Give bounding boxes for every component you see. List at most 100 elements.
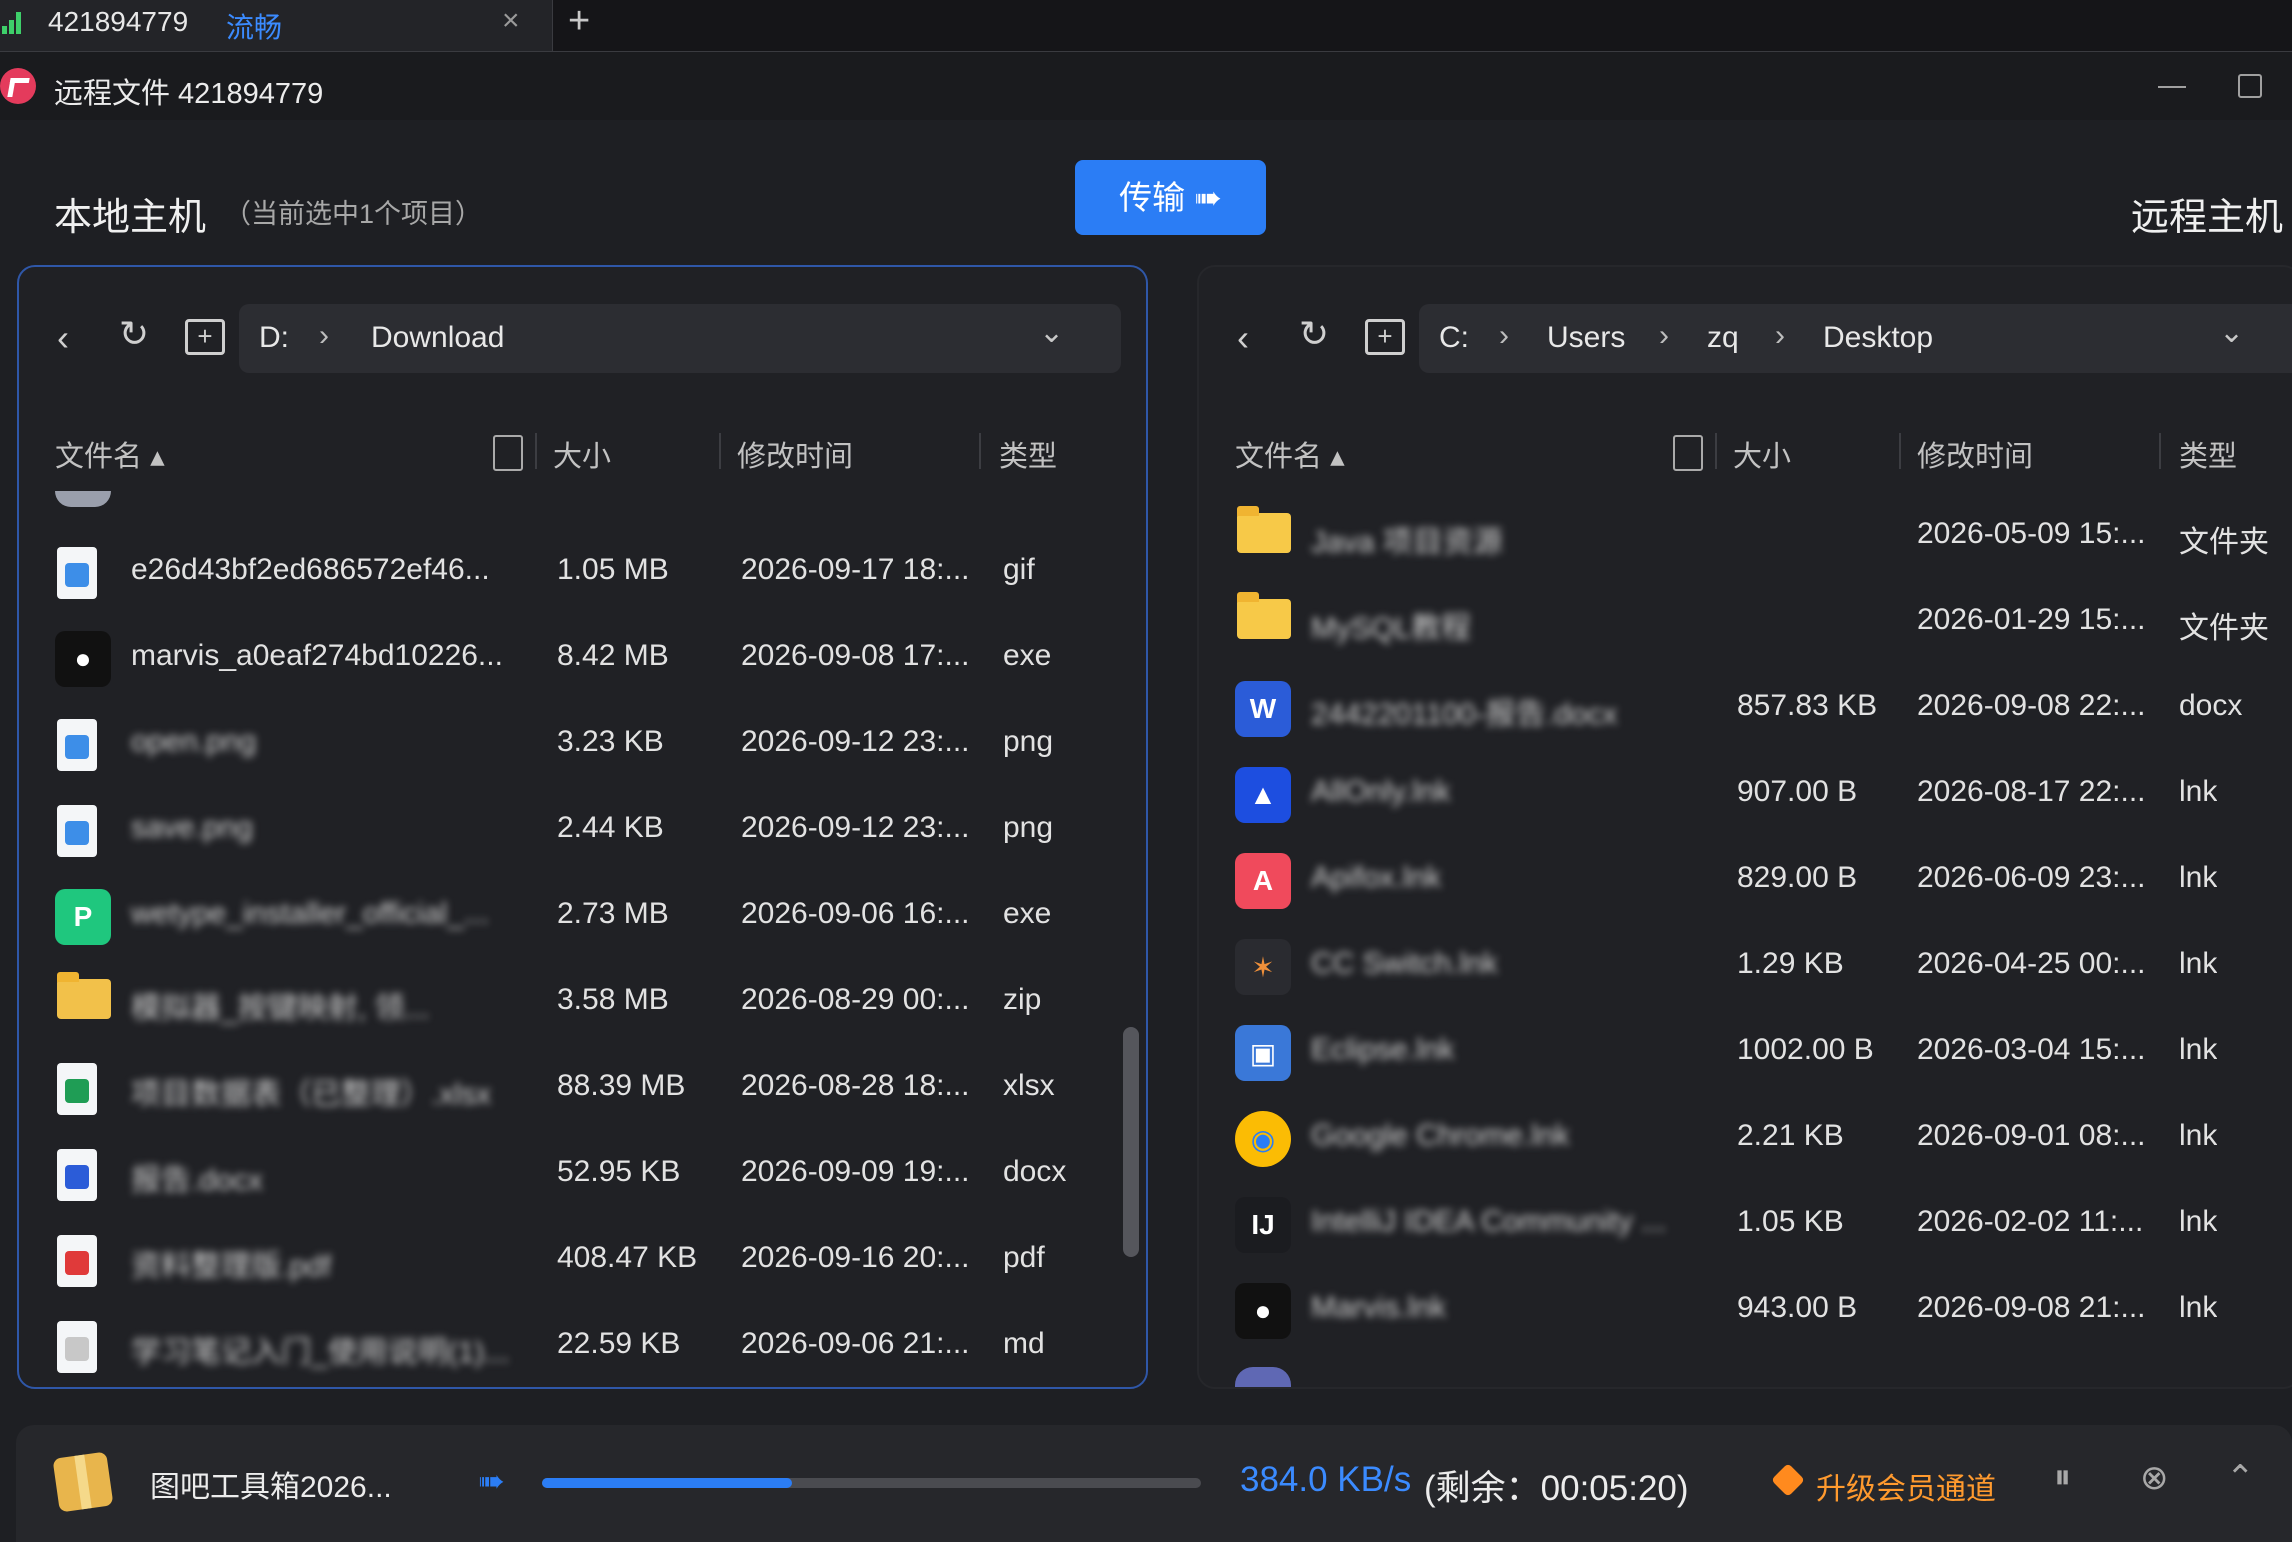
file-row[interactable]: ✶ CC Switch.lnk 1.29 KB 2026-04-25 00:... ln…	[1199, 923, 2292, 1009]
zip-file-icon	[57, 972, 111, 1019]
file-row[interactable]: 报告.docx 52.95 KB 2026-09-09 19:... docx	[19, 1131, 1119, 1217]
intellij-icon: IJ	[1235, 1197, 1291, 1253]
column-divider[interactable]	[535, 433, 537, 469]
scrollbar-thumb[interactable]	[1123, 1027, 1139, 1257]
header-modified[interactable]: 修改时间	[737, 433, 853, 475]
path-drive[interactable]: C:	[1439, 321, 1469, 355]
file-size: 3.23 KB	[557, 725, 664, 758]
file-row[interactable]: Pwetype_installer_official_... 2.73 MB 202…	[19, 873, 1119, 959]
file-type: lnk	[2179, 1205, 2218, 1238]
file-name: 2442201100-报告.docx	[1311, 698, 1618, 731]
column-divider[interactable]	[1715, 433, 1717, 469]
column-divider[interactable]	[719, 433, 721, 469]
file-modified: 2026-01-29 15:...	[1917, 603, 2146, 636]
file-name: 报告.docx	[131, 1164, 263, 1197]
path-folder[interactable]: Download	[371, 321, 504, 355]
new-tab-icon[interactable]: +	[568, 0, 590, 43]
progress-fill	[542, 1478, 792, 1488]
new-folder-icon[interactable]: +	[185, 319, 225, 355]
file-type: exe	[1003, 639, 1052, 672]
chrome-icon: ◉	[1235, 1111, 1291, 1167]
file-row[interactable]: ● marvis_a0eaf274bd10226... 8.42 MB 2026-09…	[19, 615, 1119, 701]
chevron-down-icon[interactable]: ⌄	[2219, 315, 2244, 350]
pause-icon[interactable]: ⏸	[2054, 1458, 2071, 1497]
path-folder[interactable]: zq	[1707, 321, 1739, 355]
pdf-file-icon	[57, 1235, 97, 1287]
file-row[interactable]: ▲ AllOnly.lnk 907.00 B 2026-08-17 22:... lnk	[1199, 751, 2292, 837]
path-folder[interactable]: Desktop	[1823, 321, 1933, 355]
header-modified[interactable]: 修改时间	[1917, 433, 2033, 475]
file-type: lnk	[2179, 1291, 2218, 1324]
file-row[interactable]: IJ IntelliJ IDEA Community ... 1.05 KB 2026…	[1199, 1181, 2292, 1267]
header-type[interactable]: 类型	[2179, 433, 2237, 475]
marvis-icon: ●	[1235, 1283, 1291, 1339]
back-icon[interactable]: ‹	[57, 317, 69, 359]
back-icon[interactable]: ‹	[1237, 317, 1249, 359]
file-type: gif	[1003, 553, 1035, 586]
header-type[interactable]: 类型	[999, 433, 1057, 475]
file-modified: 2026-09-12 23:...	[741, 811, 970, 844]
column-divider[interactable]	[979, 433, 981, 469]
file-name: Java 项目资源	[1311, 526, 1503, 559]
column-divider[interactable]	[1899, 433, 1901, 469]
file-modified: 2026-09-01 08:...	[1917, 1119, 2146, 1152]
file-type: png	[1003, 725, 1054, 758]
file-row[interactable]: ● Marvis.lnk 943.00 B 2026-09-08 21:... lnk	[1199, 1267, 2292, 1353]
refresh-icon[interactable]: ↻	[1299, 313, 1329, 355]
file-row[interactable]: 模拟器_按键映射, 领... 3.58 MB 2026-08-29 00:... zi…	[19, 959, 1119, 1045]
file-row[interactable]: A Apifox.lnk 829.00 B 2026-06-09 23:... lnk	[1199, 837, 2292, 923]
xlsx-file-icon	[57, 1063, 97, 1115]
file-row[interactable]: 学习笔记入门_使用说明(1)... 22.59 KB 2026-09-06 21:.…	[19, 1303, 1119, 1387]
file-row[interactable]: Java 项目资源 2026-05-09 15:... 文件夹	[1199, 493, 2292, 579]
file-type: xlsx	[1003, 1069, 1055, 1102]
header-size[interactable]: 大小	[1733, 433, 1791, 475]
file-filter-icon[interactable]	[493, 435, 523, 471]
refresh-icon[interactable]: ↻	[119, 313, 149, 355]
new-folder-icon[interactable]: +	[1365, 319, 1405, 355]
transfer-speed: 384.0 KB/s	[1240, 1460, 1412, 1499]
header-name[interactable]: 文件名 ▴	[1235, 433, 1345, 475]
file-row[interactable]: ▣ Eclipse.lnk 1002.00 B 2026-03-04 15:... ln…	[1199, 1009, 2292, 1095]
path-separator-icon: ›	[319, 319, 329, 352]
file-type: lnk	[2179, 775, 2218, 808]
chevron-down-icon[interactable]: ⌄	[1039, 315, 1064, 350]
path-drive[interactable]: D:	[259, 321, 289, 355]
transfer-button[interactable]: 传输 ➠	[1075, 160, 1266, 235]
file-modified: 2026-09-12 23:...	[741, 725, 970, 758]
file-row[interactable]: ◉ Google Chrome.lnk 2.21 KB 2026-09-01 08:.…	[1199, 1095, 2292, 1181]
file-row[interactable]: 项目数据表（已整理）.xlsx 88.39 MB 2026-08-28 18:...…	[19, 1045, 1119, 1131]
file-name: CC Switch.lnk	[1311, 947, 1498, 980]
chevron-up-icon[interactable]: ⌃	[2226, 1458, 2255, 1498]
path-folder[interactable]: Users	[1547, 321, 1625, 355]
file-row[interactable]: save.png 2.44 KB 2026-09-12 23:... png	[19, 787, 1119, 873]
file-modified: 2026-05-09 15:...	[1917, 517, 2146, 550]
file-row[interactable]: W 2442201100-报告.docx 857.83 KB 2026-09-08 2…	[1199, 665, 2292, 751]
header-size[interactable]: 大小	[553, 433, 611, 475]
upgrade-link[interactable]: 升级会员通道	[1816, 1464, 1996, 1508]
file-size: 943.00 B	[1737, 1291, 1858, 1324]
cancel-icon[interactable]: ⊗	[2140, 1458, 2169, 1498]
file-type: png	[1003, 811, 1054, 844]
file-type: docx	[1003, 1155, 1067, 1188]
file-filter-icon[interactable]	[1673, 435, 1703, 471]
file-type: zip	[1003, 983, 1042, 1016]
file-row[interactable]: e26d43bf2ed686572ef46... 1.05 MB 2026-09-1…	[19, 529, 1119, 615]
local-file-list: e26d43bf2ed686572ef46... 1.05 MB 2026-09-1…	[19, 529, 1119, 1387]
file-modified: 2026-02-02 11:...	[1917, 1205, 2144, 1238]
file-name: 资料整理版.pdf	[131, 1250, 332, 1283]
file-name: open.png	[131, 725, 257, 758]
file-row[interactable]: 资料整理版.pdf 408.47 KB 2026-09-16 20:... pdf	[19, 1217, 1119, 1303]
file-size: 8.42 MB	[557, 639, 669, 672]
file-row[interactable]: open.png 3.23 KB 2026-09-12 23:... png	[19, 701, 1119, 787]
maximize-icon[interactable]	[2238, 74, 2262, 98]
file-modified: 2026-09-17 18:...	[741, 553, 970, 586]
tab-quality-label[interactable]: 流畅	[226, 6, 282, 46]
header-name[interactable]: 文件名 ▴	[55, 433, 165, 475]
file-name: wetype_installer_official_...	[131, 897, 489, 930]
minimize-icon[interactable]	[2158, 86, 2186, 88]
file-row[interactable]: MySQL教程 2026-01-29 15:... 文件夹	[1199, 579, 2292, 665]
file-name: AllOnly.lnk	[1311, 775, 1451, 808]
column-divider[interactable]	[2159, 433, 2161, 469]
tab-close-icon[interactable]: ×	[502, 4, 520, 38]
file-size: 829.00 B	[1737, 861, 1858, 894]
